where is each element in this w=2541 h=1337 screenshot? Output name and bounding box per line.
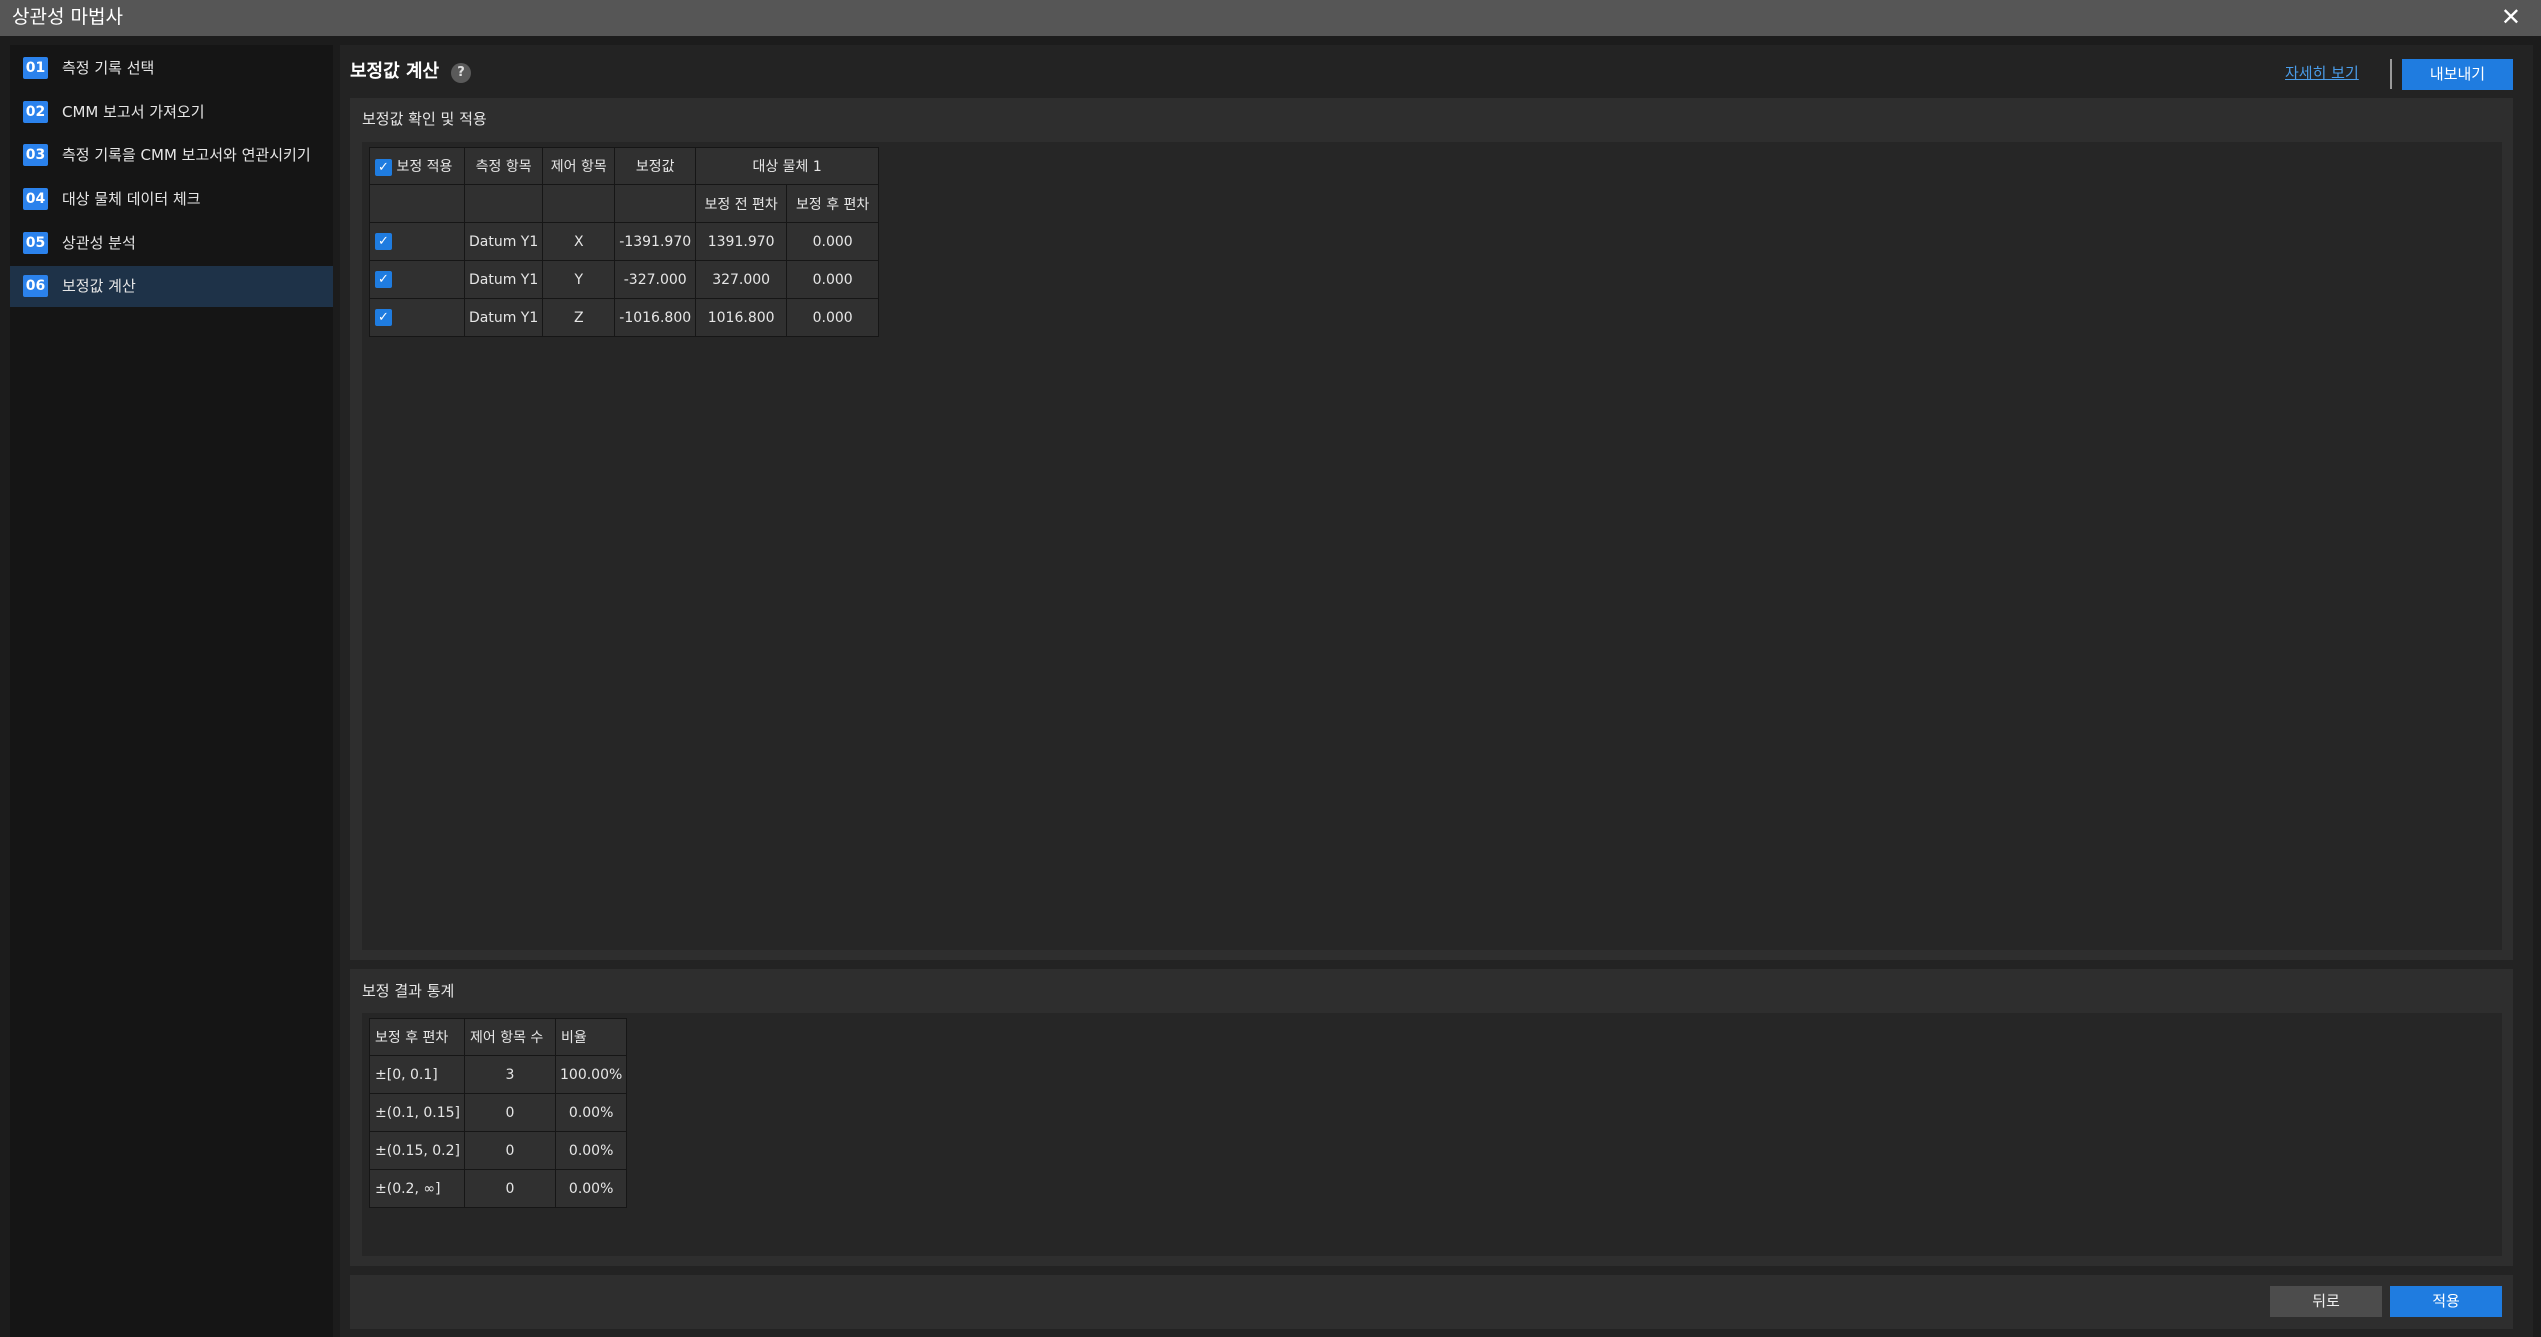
before-cell: 1016.800	[695, 298, 788, 337]
range-cell: ±(0.2, ∞]	[369, 1169, 465, 1208]
table-header-row: ✓ 보정 적용 측정 항목 제어 항목 보정값 대상 물체 1	[369, 147, 880, 185]
step-item-03[interactable]: 03 측정 기록을 CMM 보고서와 연관시키기	[10, 135, 333, 176]
step-number-badge: 04	[23, 188, 48, 210]
apply-cell: ✓	[369, 260, 465, 299]
deviation-header: 보정 후 편차	[369, 1018, 465, 1056]
select-all-checkbox[interactable]: ✓	[375, 158, 392, 176]
value-header: 보정값	[614, 147, 697, 185]
before-cell: 1391.970	[695, 222, 788, 261]
window-titlebar: 상관성 마법사 ✕	[0, 0, 2541, 36]
table-subheader-row: 보정 전 편차 보정 후 편차	[369, 184, 880, 223]
step-number-badge: 06	[23, 275, 48, 297]
count-header: 제어 항목 수	[464, 1018, 556, 1056]
range-cell: ±[0, 0.1]	[369, 1055, 465, 1094]
table-row: ✓ Datum Y1 Y -327.000 327.000 0.000	[369, 260, 880, 299]
value-cell: -327.000	[614, 260, 697, 299]
help-icon[interactable]: ?	[451, 63, 471, 83]
control-cell: Z	[542, 298, 616, 337]
after-header: 보정 후 편차	[786, 184, 880, 223]
table-row: ±(0.1, 0.15] 0 0.00%	[369, 1093, 628, 1132]
after-cell: 0.000	[786, 298, 880, 337]
after-cell: 0.000	[786, 260, 880, 299]
ratio-header: 비율	[554, 1018, 628, 1056]
step-label: 측정 기록을 CMM 보고서와 연관시키기	[62, 146, 311, 164]
apply-cell: ✓	[369, 222, 465, 261]
step-number-badge: 01	[23, 57, 48, 79]
before-header: 보정 전 편차	[695, 184, 788, 223]
step-label: 상관성 분석	[62, 234, 136, 252]
empty-header-cell	[369, 184, 465, 223]
table-row: ±[0, 0.1] 3 100.00%	[369, 1055, 628, 1094]
value-cell: -1016.800	[614, 298, 697, 337]
table-row: ±(0.15, 0.2] 0 0.00%	[369, 1131, 628, 1170]
apply-header: ✓ 보정 적용	[369, 147, 465, 185]
footer-bar	[350, 1275, 2513, 1329]
close-icon[interactable]: ✕	[2501, 2, 2521, 32]
ratio-cell: 100.00%	[554, 1055, 628, 1094]
empty-header-cell	[614, 184, 697, 223]
table-row: ✓ Datum Y1 Z -1016.800 1016.800 0.000	[369, 298, 880, 337]
step-item-06[interactable]: 06 보정값 계산	[10, 266, 333, 307]
ratio-cell: 0.00%	[554, 1131, 628, 1170]
header-divider	[2390, 59, 2392, 89]
stats-title: 보정 결과 통계	[362, 982, 455, 1000]
control-cell: Y	[542, 260, 616, 299]
stats-table: 보정 후 편차 제어 항목 수 비율 ±[0, 0.1] 3 100.00% ±…	[369, 1018, 628, 1208]
back-button[interactable]: 뒤로	[2270, 1286, 2382, 1317]
ratio-cell: 0.00%	[554, 1169, 628, 1208]
after-cell: 0.000	[786, 222, 880, 261]
stats-header-row: 보정 후 편차 제어 항목 수 비율	[369, 1018, 628, 1056]
ratio-cell: 0.00%	[554, 1093, 628, 1132]
step-label: CMM 보고서 가져오기	[62, 103, 205, 121]
wizard-steps-sidebar: 01 측정 기록 선택 02 CMM 보고서 가져오기 03 측정 기록을 CM…	[10, 45, 333, 1337]
step-item-04[interactable]: 04 대상 물체 데이터 체크	[10, 179, 333, 220]
count-cell: 0	[464, 1169, 556, 1208]
table-row: ✓ Datum Y1 X -1391.970 1391.970 0.000	[369, 222, 880, 261]
count-cell: 0	[464, 1093, 556, 1132]
step-item-01[interactable]: 01 측정 기록 선택	[10, 48, 333, 89]
apply-header-label: 보정 적용	[396, 159, 453, 175]
before-cell: 327.000	[695, 260, 788, 299]
step-number-badge: 05	[23, 232, 48, 254]
stats-area	[362, 1013, 2502, 1256]
export-button[interactable]: 내보내기	[2402, 59, 2513, 90]
step-item-05[interactable]: 05 상관성 분석	[10, 223, 333, 264]
item-cell: Datum Y1	[463, 298, 544, 337]
control-header: 제어 항목	[542, 147, 616, 185]
empty-header-cell	[542, 184, 616, 223]
step-label: 측정 기록 선택	[62, 59, 155, 77]
detail-link[interactable]: 자세히 보기	[2285, 60, 2359, 86]
count-cell: 3	[464, 1055, 556, 1094]
step-number-badge: 03	[23, 144, 48, 166]
correction-table: ✓ 보정 적용 측정 항목 제어 항목 보정값 대상 물체 1 보정 전 편차 …	[369, 147, 880, 337]
empty-header-cell	[463, 184, 544, 223]
row-checkbox[interactable]: ✓	[375, 271, 392, 288]
apply-cell: ✓	[369, 298, 465, 337]
range-cell: ±(0.1, 0.15]	[369, 1093, 465, 1132]
page-title: 보정값 계산	[350, 61, 440, 82]
row-checkbox[interactable]: ✓	[375, 309, 392, 326]
count-cell: 0	[464, 1131, 556, 1170]
value-cell: -1391.970	[614, 222, 697, 261]
check-apply-title: 보정값 확인 및 적용	[362, 110, 487, 128]
apply-button[interactable]: 적용	[2390, 1286, 2502, 1317]
control-cell: X	[542, 222, 616, 261]
window-title: 상관성 마법사	[12, 6, 123, 28]
row-checkbox[interactable]: ✓	[375, 233, 392, 250]
item-cell: Datum Y1	[463, 260, 544, 299]
step-item-02[interactable]: 02 CMM 보고서 가져오기	[10, 92, 333, 133]
table-row: ±(0.2, ∞] 0 0.00%	[369, 1169, 628, 1208]
target-header: 대상 물체 1	[695, 147, 880, 185]
item-cell: Datum Y1	[463, 222, 544, 261]
range-cell: ±(0.15, 0.2]	[369, 1131, 465, 1170]
step-label: 대상 물체 데이터 체크	[62, 190, 201, 208]
step-number-badge: 02	[23, 101, 48, 123]
step-label: 보정값 계산	[62, 277, 136, 295]
item-header: 측정 항목	[463, 147, 544, 185]
